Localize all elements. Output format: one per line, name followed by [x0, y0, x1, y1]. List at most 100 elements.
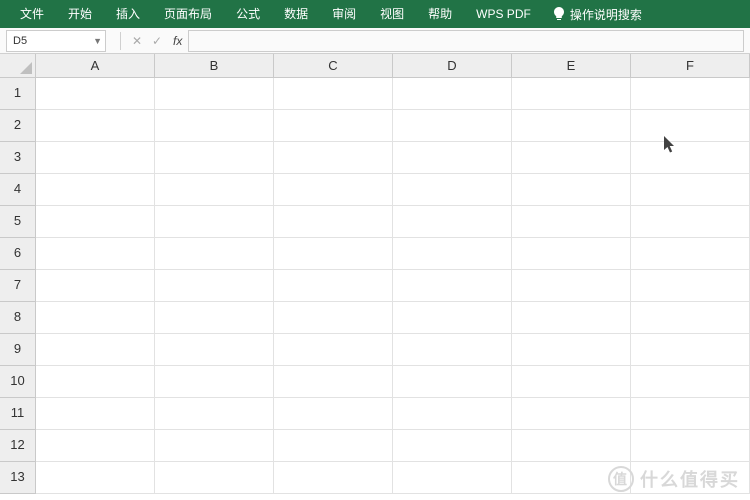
cell[interactable] [274, 430, 393, 461]
cell[interactable] [36, 174, 155, 205]
cell[interactable] [155, 174, 274, 205]
row-header[interactable]: 4 [0, 174, 35, 206]
cell[interactable] [155, 462, 274, 493]
insert-function-button[interactable]: fx [173, 34, 182, 48]
name-box[interactable]: D5 ▼ [6, 30, 106, 52]
cell[interactable] [631, 398, 750, 429]
column-header[interactable]: A [36, 54, 155, 77]
cell[interactable] [631, 430, 750, 461]
cell[interactable] [393, 302, 512, 333]
row-header[interactable]: 10 [0, 366, 35, 398]
cell[interactable] [36, 142, 155, 173]
row-header[interactable]: 9 [0, 334, 35, 366]
ribbon-tab-data[interactable]: 数据 [272, 0, 320, 28]
cell[interactable] [512, 78, 631, 109]
cell[interactable] [393, 462, 512, 493]
cell[interactable] [155, 398, 274, 429]
cell[interactable] [155, 270, 274, 301]
ribbon-tab-file[interactable]: 文件 [8, 0, 56, 28]
cell[interactable] [155, 430, 274, 461]
ribbon-tab-pagelayout[interactable]: 页面布局 [152, 0, 224, 28]
cell[interactable] [155, 110, 274, 141]
select-all-corner[interactable] [0, 54, 36, 78]
cell[interactable] [393, 174, 512, 205]
cell[interactable] [512, 334, 631, 365]
cell[interactable] [274, 174, 393, 205]
ribbon-tab-help[interactable]: 帮助 [416, 0, 464, 28]
cell[interactable] [631, 238, 750, 269]
ribbon-tab-home[interactable]: 开始 [56, 0, 104, 28]
cell[interactable] [36, 238, 155, 269]
cell[interactable] [512, 110, 631, 141]
cell[interactable] [36, 206, 155, 237]
column-header[interactable]: B [155, 54, 274, 77]
row-header[interactable]: 11 [0, 398, 35, 430]
column-header[interactable]: C [274, 54, 393, 77]
cell[interactable] [155, 238, 274, 269]
ribbon-tab-insert[interactable]: 插入 [104, 0, 152, 28]
cell[interactable] [631, 302, 750, 333]
cell[interactable] [155, 302, 274, 333]
cell[interactable] [36, 78, 155, 109]
cell[interactable] [155, 142, 274, 173]
chevron-down-icon[interactable]: ▼ [93, 36, 102, 46]
cell[interactable] [393, 238, 512, 269]
formula-input[interactable] [188, 30, 744, 52]
cell[interactable] [274, 366, 393, 397]
column-header[interactable]: F [631, 54, 750, 77]
cell[interactable] [631, 174, 750, 205]
row-header[interactable]: 2 [0, 110, 35, 142]
cell[interactable] [36, 398, 155, 429]
ribbon-tab-wpspdf[interactable]: WPS PDF [464, 0, 543, 28]
cell[interactable] [155, 78, 274, 109]
cell[interactable] [36, 430, 155, 461]
ribbon-tab-view[interactable]: 视图 [368, 0, 416, 28]
cell[interactable] [274, 110, 393, 141]
cell[interactable] [631, 334, 750, 365]
row-header[interactable]: 5 [0, 206, 35, 238]
cell[interactable] [393, 334, 512, 365]
cell[interactable] [631, 78, 750, 109]
cell[interactable] [512, 302, 631, 333]
row-header[interactable]: 1 [0, 78, 35, 110]
row-header[interactable]: 6 [0, 238, 35, 270]
cell[interactable] [274, 334, 393, 365]
cell[interactable] [631, 206, 750, 237]
cell[interactable] [631, 142, 750, 173]
cell[interactable] [36, 302, 155, 333]
cell[interactable] [512, 366, 631, 397]
cell[interactable] [512, 206, 631, 237]
cell[interactable] [393, 398, 512, 429]
row-header[interactable]: 13 [0, 462, 35, 494]
cell[interactable] [512, 398, 631, 429]
cell[interactable] [512, 430, 631, 461]
cell[interactable] [393, 430, 512, 461]
cell[interactable] [512, 270, 631, 301]
cell[interactable] [36, 334, 155, 365]
cell[interactable] [393, 206, 512, 237]
cell[interactable] [36, 366, 155, 397]
cell[interactable] [36, 270, 155, 301]
cell[interactable] [512, 142, 631, 173]
cells-area[interactable] [36, 78, 750, 500]
cell[interactable] [512, 238, 631, 269]
ribbon-tell-me[interactable]: 操作说明搜索 [553, 6, 642, 23]
ribbon-tab-formulas[interactable]: 公式 [224, 0, 272, 28]
cell[interactable] [155, 334, 274, 365]
cell[interactable] [393, 270, 512, 301]
cell[interactable] [155, 366, 274, 397]
cell[interactable] [631, 270, 750, 301]
cell[interactable] [631, 110, 750, 141]
ribbon-tab-review[interactable]: 审阅 [320, 0, 368, 28]
enter-button[interactable]: ✓ [147, 31, 167, 51]
column-header[interactable]: E [512, 54, 631, 77]
cancel-button[interactable]: ✕ [127, 31, 147, 51]
cell[interactable] [36, 462, 155, 493]
cell[interactable] [631, 366, 750, 397]
cell[interactable] [274, 270, 393, 301]
cell[interactable] [274, 78, 393, 109]
cell[interactable] [512, 174, 631, 205]
cell[interactable] [274, 142, 393, 173]
cell[interactable] [274, 398, 393, 429]
cell[interactable] [274, 462, 393, 493]
